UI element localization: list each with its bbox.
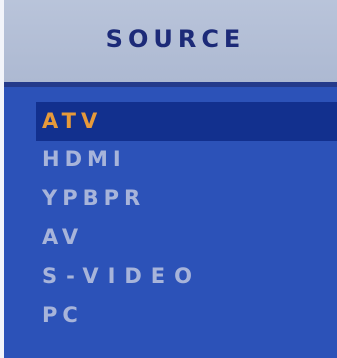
menu-header: SOURCE [4, 0, 337, 82]
source-list: ATV HDMI YPBPR AV S-VIDEO PC [36, 102, 337, 336]
menu-title: SOURCE [105, 25, 246, 53]
source-item-av[interactable]: AV [36, 219, 337, 256]
source-item-hdmi[interactable]: HDMI [36, 141, 337, 178]
source-menu-window: SOURCE ATV HDMI YPBPR AV S-VIDEO PC [0, 0, 337, 358]
source-item-s-video[interactable]: S-VIDEO [36, 258, 337, 295]
source-item-atv[interactable]: ATV [36, 102, 337, 141]
source-item-ypbpr[interactable]: YPBPR [36, 180, 337, 217]
source-item-pc[interactable]: PC [36, 297, 337, 334]
